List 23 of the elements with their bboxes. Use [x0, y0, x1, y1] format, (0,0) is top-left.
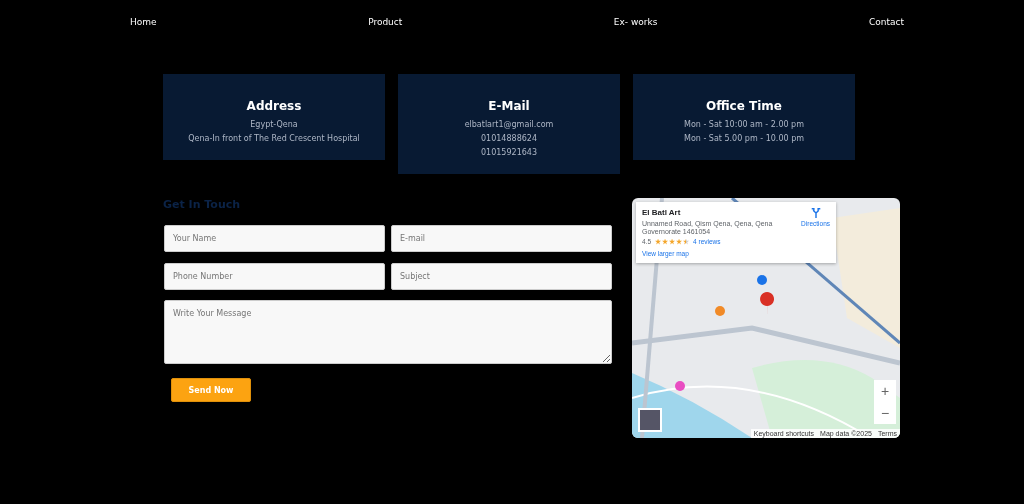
satellite-thumbnail[interactable] — [638, 408, 662, 432]
card-text: 01015921643 — [480, 147, 538, 159]
input-field[interactable]: Your Name — [164, 225, 385, 252]
input-field[interactable]: E-mail — [391, 225, 612, 252]
card-text: Mon - Sat 5.00 pm - 10.00 pm — [683, 133, 805, 145]
nav-link[interactable]: Product — [368, 17, 403, 30]
input-field[interactable]: Phone Number — [164, 263, 385, 290]
input-field[interactable]: Subject — [391, 263, 612, 290]
card-title: Office Time — [705, 98, 783, 114]
directions-icon — [810, 208, 821, 218]
card-title: E-Mail — [487, 98, 531, 114]
card-text: Egypt-Qena — [249, 119, 299, 131]
card-text: 01014888624 — [480, 133, 538, 145]
nav-link[interactable]: Contact — [869, 17, 904, 30]
place-name: El Batl Art — [642, 208, 682, 217]
card-text: elbatlart1@gmail.com — [463, 119, 555, 131]
nav-link[interactable]: Home — [130, 17, 157, 30]
form-heading: Get In Touch — [163, 198, 242, 211]
card-text: Qena-In front of The Red Crescent Hospital — [187, 133, 361, 145]
card-text: Mon - Sat 10:00 am - 2.00 pm — [683, 119, 805, 131]
nav-link[interactable]: Ex- works — [613, 17, 658, 30]
card-title: Address — [245, 98, 303, 114]
message-field[interactable]: Write Your Message — [164, 300, 612, 364]
